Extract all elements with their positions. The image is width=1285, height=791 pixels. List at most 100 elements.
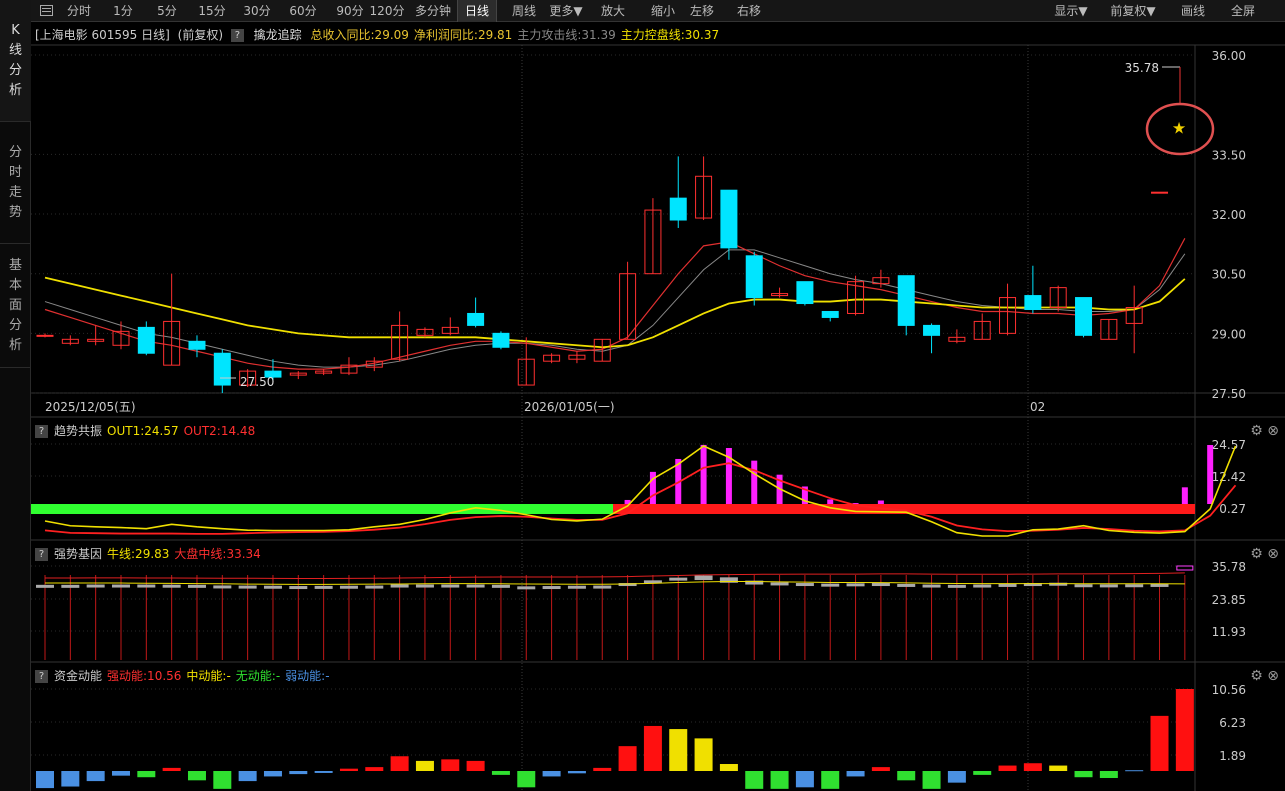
help-icon[interactable]: ? [35,548,48,561]
money-bar [339,768,358,771]
toolbar-btn-2[interactable]: 5分 [145,0,189,22]
candle-body [745,255,763,299]
trend-bar [624,499,631,504]
candle-body [771,293,789,297]
price-axis-label: 32.00 [1212,208,1246,222]
gene-bar [669,577,688,581]
panel3-axis-label: 6.23 [1219,716,1246,730]
money-bar [36,771,54,789]
sidebar-tab-char: 析 [8,337,22,353]
candle-body [416,328,434,336]
gene-bar [415,584,434,588]
indicator-value: 主力攻击线:31.39 [517,28,616,42]
gene-bar [846,583,865,587]
candle-body [163,320,181,366]
gene-bar [441,584,460,588]
gene-bar [770,582,789,586]
indicator-value: 中动能:- [186,669,231,683]
help-icon[interactable]: ? [230,29,244,42]
gene-bar [466,584,485,588]
money-bar [263,771,282,777]
money-bar [187,771,206,781]
candle-body [669,197,687,221]
signal-circle [1145,102,1215,156]
gene-bar [289,586,308,590]
sidebar-tab-1[interactable]: 分时走势 [0,122,31,244]
sidebar-tab-char: 分 [8,144,22,160]
toolbar-right-btn-0[interactable]: 显示▼ [1049,0,1093,22]
help-icon[interactable]: ? [35,670,48,683]
candle-body [948,336,966,342]
toolbar-right-btn-2[interactable]: 画线 [1171,0,1215,22]
candle-body [644,209,662,275]
toolbar-btn-3[interactable]: 15分 [190,0,234,22]
close-icon[interactable]: ⊗ [1267,423,1279,439]
gear-icon[interactable]: ⚙ [1250,668,1263,684]
trend-bar [776,474,783,504]
money-bar [1150,715,1169,771]
toolbar-btn-10[interactable]: 周线 [504,0,544,22]
panel2-axis-label: 23.85 [1212,593,1246,607]
toolbar-right-btn-1[interactable]: 前复权▼ [1105,0,1161,22]
candle-body [897,275,915,326]
gear-icon[interactable]: ⚙ [1250,546,1263,562]
toolbar-btn-9[interactable]: 日线 [457,0,497,22]
toolbar-btn-5[interactable]: 60分 [281,0,325,22]
candle-body [213,352,231,386]
panel1-axis-label: 0.27 [1219,502,1246,516]
gene-bar [745,580,764,585]
trend-red-band [613,504,1195,514]
gene-bar [390,584,409,588]
stock-title: [上海电影 601595 日线] [35,28,170,42]
toolbar-btn-7[interactable]: 120分 [367,0,407,22]
trend-green-band [31,504,613,514]
toolbar-btn-14[interactable]: 左移 [680,0,724,22]
sidebar-tab-2[interactable]: 基本面分析 [0,244,31,368]
help-icon[interactable]: ? [35,425,48,438]
money-bar [415,760,434,771]
gene-red-line [45,572,1185,580]
indicator-value: 大盘中线:33.34 [174,547,261,561]
toolbar-right-btn-3[interactable]: 全屏 [1221,0,1265,22]
candle-body [137,326,155,354]
gene-bar [1099,584,1118,588]
toolbar-btn-15[interactable]: 右移 [727,0,771,22]
close-icon[interactable]: ⊗ [1267,546,1279,562]
panel-icons: ⚙ ⊗ [1250,421,1279,441]
sidebar-tab-char: 基 [8,257,22,273]
menu-icon[interactable] [37,0,55,22]
price-axis-label: 27.50 [1212,387,1246,401]
toolbar-btn-4[interactable]: 30分 [234,0,280,22]
panel3-name: 资金动能 [54,669,103,683]
ma-red-line [44,238,1186,370]
indicator-value: 净利润同比:29.81 [413,28,513,42]
candle-body [1100,318,1118,340]
money-bar [745,771,764,789]
gene-bar [213,585,232,589]
candle-body [999,297,1017,334]
money-bar [441,759,460,771]
toolbar-btn-1[interactable]: 1分 [106,0,140,22]
toolbar-btn-12[interactable]: 放大 [589,0,637,22]
toolbar-btn-8[interactable]: 多分钟 [411,0,455,22]
candle-body [239,370,257,386]
money-bar [1125,770,1144,772]
candle-body [1125,307,1143,324]
gene-bar [36,584,54,588]
candle-body [695,175,713,219]
trend-out1-line [44,445,1237,537]
trend-bar [852,503,859,504]
indicator-values: 总收入同比:29.09 净利润同比:29.81 主力攻击线:31.39 主力控盘线:3… [306,28,720,42]
close-icon[interactable]: ⊗ [1267,668,1279,684]
money-bar [947,771,966,783]
gene-bar [998,583,1017,587]
toolbar-btn-11[interactable]: 更多▼ [544,0,588,22]
price-axis-label: 29.00 [1212,327,1246,341]
candle-body [517,358,535,386]
sidebar-tab-0[interactable]: K线分析 [0,0,31,122]
candle-body [264,370,282,378]
money-bar [1049,765,1068,771]
toolbar-btn-0[interactable]: 分时 [59,0,99,22]
sidebar-tab-char: 面 [8,297,22,313]
gear-icon[interactable]: ⚙ [1250,423,1263,439]
